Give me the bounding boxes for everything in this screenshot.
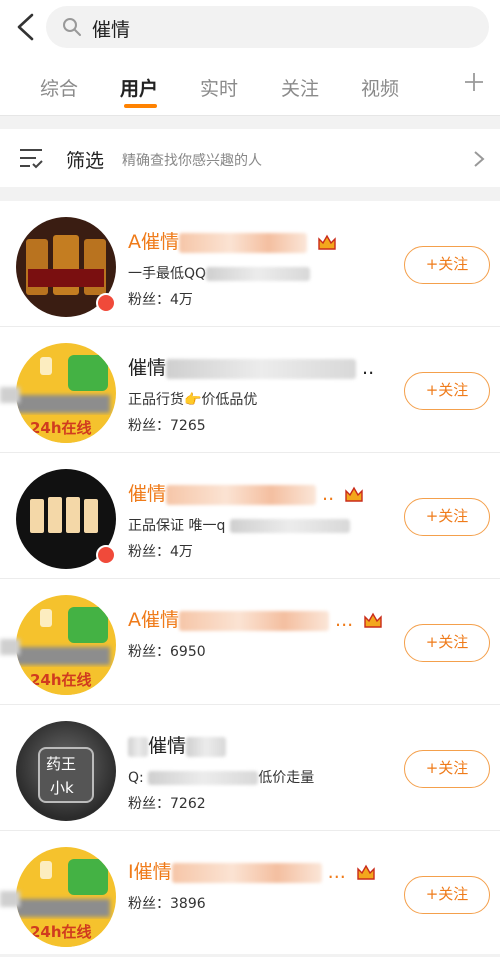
user-name: I催情 ...	[128, 857, 376, 884]
top-bar: 催情	[0, 0, 500, 56]
follow-button[interactable]: +关注	[404, 498, 490, 536]
tab-comprehensive[interactable]: 综合	[40, 74, 78, 101]
list-item[interactable]: 催情 .. 正品保证 唯一q 粉丝：4万 +关注	[0, 453, 500, 579]
user-name: A催情	[128, 227, 337, 254]
user-name: A催情 ...	[128, 605, 383, 632]
tab-following[interactable]: 关注	[281, 74, 319, 101]
user-description: Q: 低价走量	[128, 770, 315, 786]
tab-bar: 综合 用户 实时 关注 视频	[0, 56, 500, 116]
user-name: 催情 ..	[128, 357, 375, 379]
list-item[interactable]: 24h在线 I催情 ... 粉丝：3896 +关注	[0, 831, 500, 957]
fans-count: 粉丝：7262	[128, 796, 206, 812]
search-query-text: 催情	[92, 19, 131, 41]
filter-icon	[20, 149, 43, 169]
chevron-right-icon	[474, 151, 485, 167]
fans-count: 粉丝：6950	[128, 644, 206, 660]
user-name: 催情 ..	[128, 479, 364, 506]
verified-badge-icon	[96, 545, 116, 565]
plus-icon[interactable]	[462, 70, 486, 94]
tab-video[interactable]: 视频	[361, 74, 399, 101]
follow-button[interactable]: +关注	[404, 876, 490, 914]
user-name: 催情	[128, 731, 227, 758]
filter-title: 筛选	[66, 150, 105, 172]
avatar[interactable]: 24h在线	[16, 847, 116, 947]
list-item[interactable]: A催情 一手最低QQ 粉丝：4万 +关注	[0, 201, 500, 327]
user-description: 正品保证 唯一q	[128, 515, 350, 535]
avatar[interactable]: 24h在线	[16, 595, 116, 695]
crown-icon	[357, 864, 375, 880]
follow-button[interactable]: +关注	[404, 750, 490, 788]
fans-count: 粉丝：4万	[128, 292, 193, 308]
list-item[interactable]: 24h在线 催情 .. 正品行货👉价低品优 粉丝：7265 +关注	[0, 327, 500, 453]
fans-count: 粉丝：3896	[128, 896, 206, 912]
search-input[interactable]: 催情	[46, 6, 489, 48]
fans-count: 粉丝：4万	[128, 544, 193, 560]
follow-button[interactable]: +关注	[404, 246, 490, 284]
filter-subtitle: 精确查找你感兴趣的人	[122, 153, 262, 169]
crown-icon	[318, 234, 336, 250]
user-list: A催情 一手最低QQ 粉丝：4万 +关注 24h在线 催情 .. 正品行货👉价低…	[0, 201, 500, 954]
divider	[0, 187, 500, 201]
list-item[interactable]: 24h在线 A催情 ... 粉丝：6950 +关注	[0, 579, 500, 705]
crown-icon	[364, 612, 382, 628]
back-arrow-icon[interactable]	[10, 10, 40, 44]
user-description: 正品行货👉价低品优	[128, 392, 258, 408]
crown-icon	[345, 486, 363, 502]
search-icon	[63, 18, 81, 36]
divider	[0, 117, 500, 129]
filter-bar[interactable]: 筛选 精确查找你感兴趣的人	[0, 129, 500, 187]
user-description: 一手最低QQ	[128, 263, 311, 283]
avatar[interactable]: 药王 小k	[16, 721, 116, 821]
follow-button[interactable]: +关注	[404, 372, 490, 410]
avatar[interactable]: 24h在线	[16, 343, 116, 443]
fans-count: 粉丝：7265	[128, 418, 206, 434]
tab-realtime[interactable]: 实时	[200, 74, 238, 101]
verified-badge-icon	[96, 293, 116, 313]
list-item[interactable]: 药王 小k 催情 Q: 低价走量 粉丝：7262 +关注	[0, 705, 500, 831]
tab-users[interactable]: 用户	[120, 74, 158, 101]
active-tab-indicator	[124, 104, 157, 108]
follow-button[interactable]: +关注	[404, 624, 490, 662]
